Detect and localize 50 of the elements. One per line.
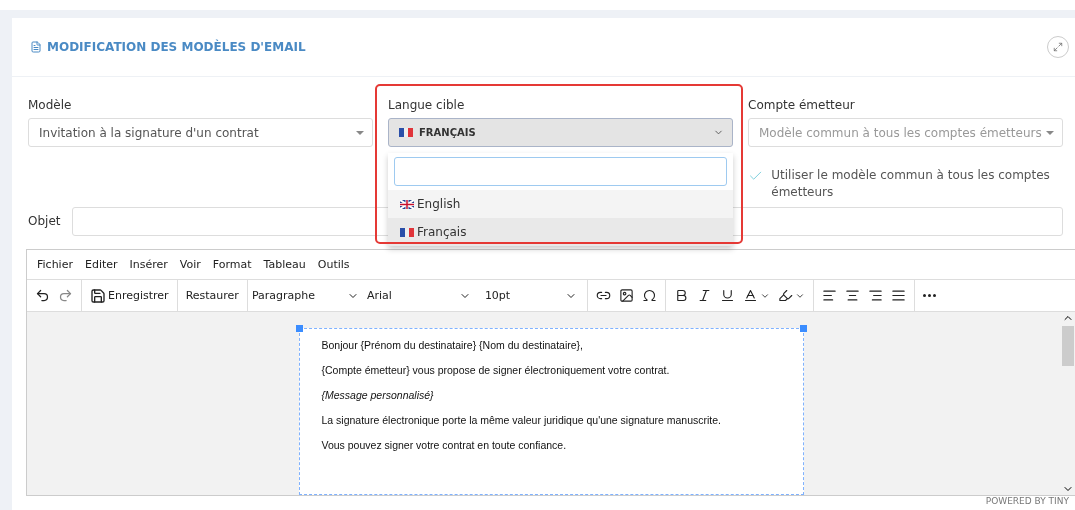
resize-handle[interactable]	[295, 325, 303, 333]
flag-icon	[400, 199, 414, 209]
document-paragraph: La signature électronique porte la même valeur juridique qu'une signature manuscrite.	[321, 414, 722, 427]
align-right-icon	[867, 288, 883, 304]
powered-by-text: POWERED BY TINY	[985, 496, 1069, 509]
checkbox-label: Utiliser le modèle commun à tous les comptes émetteurs	[771, 167, 1051, 202]
menu-item[interactable]: Editer	[84, 258, 118, 272]
scrollbar-thumb[interactable]	[1062, 326, 1074, 367]
menu-item[interactable]: Tableau	[263, 258, 306, 272]
more-button[interactable]	[920, 292, 938, 300]
expand-icon	[1053, 42, 1063, 53]
save-button[interactable]: Enregistrer	[88, 285, 171, 306]
image-icon	[618, 288, 634, 304]
menu-item[interactable]: Format	[212, 258, 252, 272]
align-left-icon	[821, 288, 837, 304]
search-field[interactable]	[394, 157, 727, 187]
marker-icon	[777, 288, 793, 304]
field-label: Langue cible	[388, 98, 466, 113]
field-label: Modèle	[28, 98, 73, 113]
model-select[interactable]: Invitation à la signature d'un contrat	[28, 118, 373, 148]
resize-handle[interactable]	[799, 325, 807, 333]
font-dropdown[interactable]: Arial	[362, 289, 475, 303]
save-icon	[90, 287, 106, 304]
document-paragraph: Vous pouvez signer votre contrat en toute confiance.	[321, 439, 568, 452]
page-title: MODIFICATION DES MODÈLES D'EMAIL	[47, 40, 306, 55]
block-format-dropdown[interactable]: Paragraphe	[247, 289, 363, 303]
language-option[interactable]: English	[388, 190, 733, 219]
document-paragraph: {Message personnalisé}	[321, 389, 435, 402]
font-size-dropdown[interactable]: 10pt	[480, 289, 581, 303]
language-option[interactable]: Français	[388, 218, 733, 247]
field-label: Objet	[28, 214, 61, 229]
document-icon	[30, 41, 42, 54]
document-paragraph: Bonjour {Prénom du destinataire} {Nom du destinataire},	[321, 339, 584, 352]
menu-item[interactable]: Fichier	[37, 258, 73, 272]
menu-item[interactable]: Voir	[179, 258, 201, 272]
menu-item[interactable]: Insérer	[129, 258, 168, 272]
flag-icon	[399, 128, 413, 138]
more-icon	[922, 294, 936, 298]
omega-icon	[641, 288, 657, 304]
align-center-icon	[844, 288, 860, 304]
menu-item[interactable]: Outils	[317, 258, 350, 272]
restore-button[interactable]: Restaurer	[183, 287, 241, 305]
language-select[interactable]: FRANÇAIS	[388, 118, 733, 148]
underline-icon	[719, 288, 735, 304]
flag-icon	[400, 227, 414, 237]
justify-icon	[890, 288, 906, 304]
field-label: Compte émetteur	[748, 98, 856, 113]
document-paragraph: {Compte émetteur} vous propose de signer électroniquement votre contrat.	[321, 364, 671, 377]
text-color-icon	[742, 288, 758, 304]
italic-icon	[696, 288, 712, 304]
